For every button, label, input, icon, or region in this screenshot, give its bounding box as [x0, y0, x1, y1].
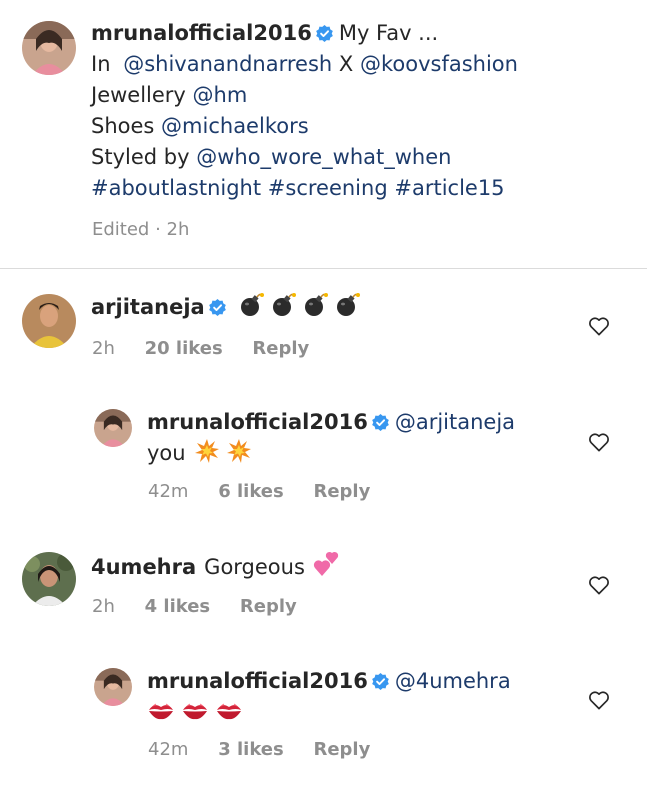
caption-line2-prefix: In: [91, 52, 111, 76]
heart-icon[interactable]: [588, 316, 610, 336]
heart-icon[interactable]: [588, 432, 610, 452]
comment-meta: 42m 3 likes Reply: [148, 739, 394, 760]
mention-link[interactable]: @hm: [193, 83, 248, 107]
verified-badge-icon: [371, 673, 389, 690]
collision-icon: [226, 439, 251, 463]
comment-time: 42m: [148, 739, 189, 760]
verified-badge-icon: [315, 25, 333, 42]
bomb-icon: [305, 293, 329, 316]
comment-meta: 2h 4 likes Reply: [92, 596, 321, 617]
avatar[interactable]: [94, 409, 132, 447]
mention-link[interactable]: @michaelkors: [161, 114, 309, 138]
verified-badge-icon: [208, 299, 226, 316]
reply-button[interactable]: Reply: [313, 481, 370, 502]
likes-count-link[interactable]: 6 likes: [218, 481, 284, 502]
reply-button[interactable]: Reply: [252, 338, 309, 359]
collision-icon: [194, 439, 219, 463]
comment-time: 2h: [92, 338, 115, 359]
avatar[interactable]: [94, 668, 132, 706]
comment-meta: 2h 20 likes Reply: [92, 338, 333, 359]
hashtag-link[interactable]: #aboutlastnight: [91, 176, 261, 200]
comment-username[interactable]: arjitaneja: [91, 295, 205, 319]
bomb-emoji-group: [232, 293, 367, 319]
kiss-mark-icon: [149, 703, 173, 720]
mention-link[interactable]: @who_wore_what_when: [196, 145, 451, 169]
caption-line3-prefix: Jewellery: [91, 83, 186, 107]
mention-link[interactable]: @4umehra: [395, 669, 511, 693]
kiss-mark-icon: [183, 703, 207, 720]
bomb-icon: [337, 293, 361, 316]
bomb-icon: [273, 293, 297, 316]
comment-username[interactable]: mrunalofficial2016: [147, 410, 368, 434]
likes-count-link[interactable]: 4 likes: [145, 596, 211, 617]
two-hearts-icon: [313, 551, 339, 576]
heart-icon[interactable]: [588, 690, 610, 710]
avatar[interactable]: [22, 21, 76, 75]
caption-line5-prefix: Styled by: [91, 145, 190, 169]
verified-badge-icon: [371, 414, 389, 431]
divider: [0, 268, 647, 269]
comment-text: you: [147, 441, 186, 465]
comment-username[interactable]: mrunalofficial2016: [147, 669, 368, 693]
reply-button[interactable]: Reply: [240, 596, 297, 617]
mention-link[interactable]: @shivanandnarresh: [123, 52, 332, 76]
hashtag-link[interactable]: #screening: [268, 176, 388, 200]
caption-username[interactable]: mrunalofficial2016: [91, 21, 312, 45]
comment-meta: 42m 6 likes Reply: [148, 481, 394, 502]
comment-text: Gorgeous: [204, 555, 305, 579]
caption-block: mrunalofficial2016 My Fav ... In @shivana…: [0, 0, 647, 268]
comment-time: 2h: [92, 596, 115, 617]
avatar[interactable]: [22, 552, 76, 606]
caption-line4-prefix: Shoes: [91, 114, 155, 138]
comment-username[interactable]: 4umehra: [91, 555, 196, 579]
bomb-icon: [241, 293, 265, 316]
likes-count-link[interactable]: 3 likes: [218, 739, 284, 760]
caption-line2-x: X: [338, 52, 354, 76]
comment-time: 42m: [148, 481, 189, 502]
caption-lead: My Fav ...: [338, 21, 439, 45]
kiss-mark-icon: [217, 703, 241, 720]
heart-icon[interactable]: [588, 575, 610, 595]
avatar[interactable]: [22, 294, 76, 348]
reply-button[interactable]: Reply: [313, 739, 370, 760]
likes-count-link[interactable]: 20 likes: [145, 338, 223, 359]
hashtag-link[interactable]: #article15: [394, 176, 504, 200]
mention-link[interactable]: @arjitaneja: [395, 410, 515, 434]
caption-meta: Edited · 2h: [92, 219, 190, 240]
mention-link[interactable]: @koovsfashion: [360, 52, 518, 76]
